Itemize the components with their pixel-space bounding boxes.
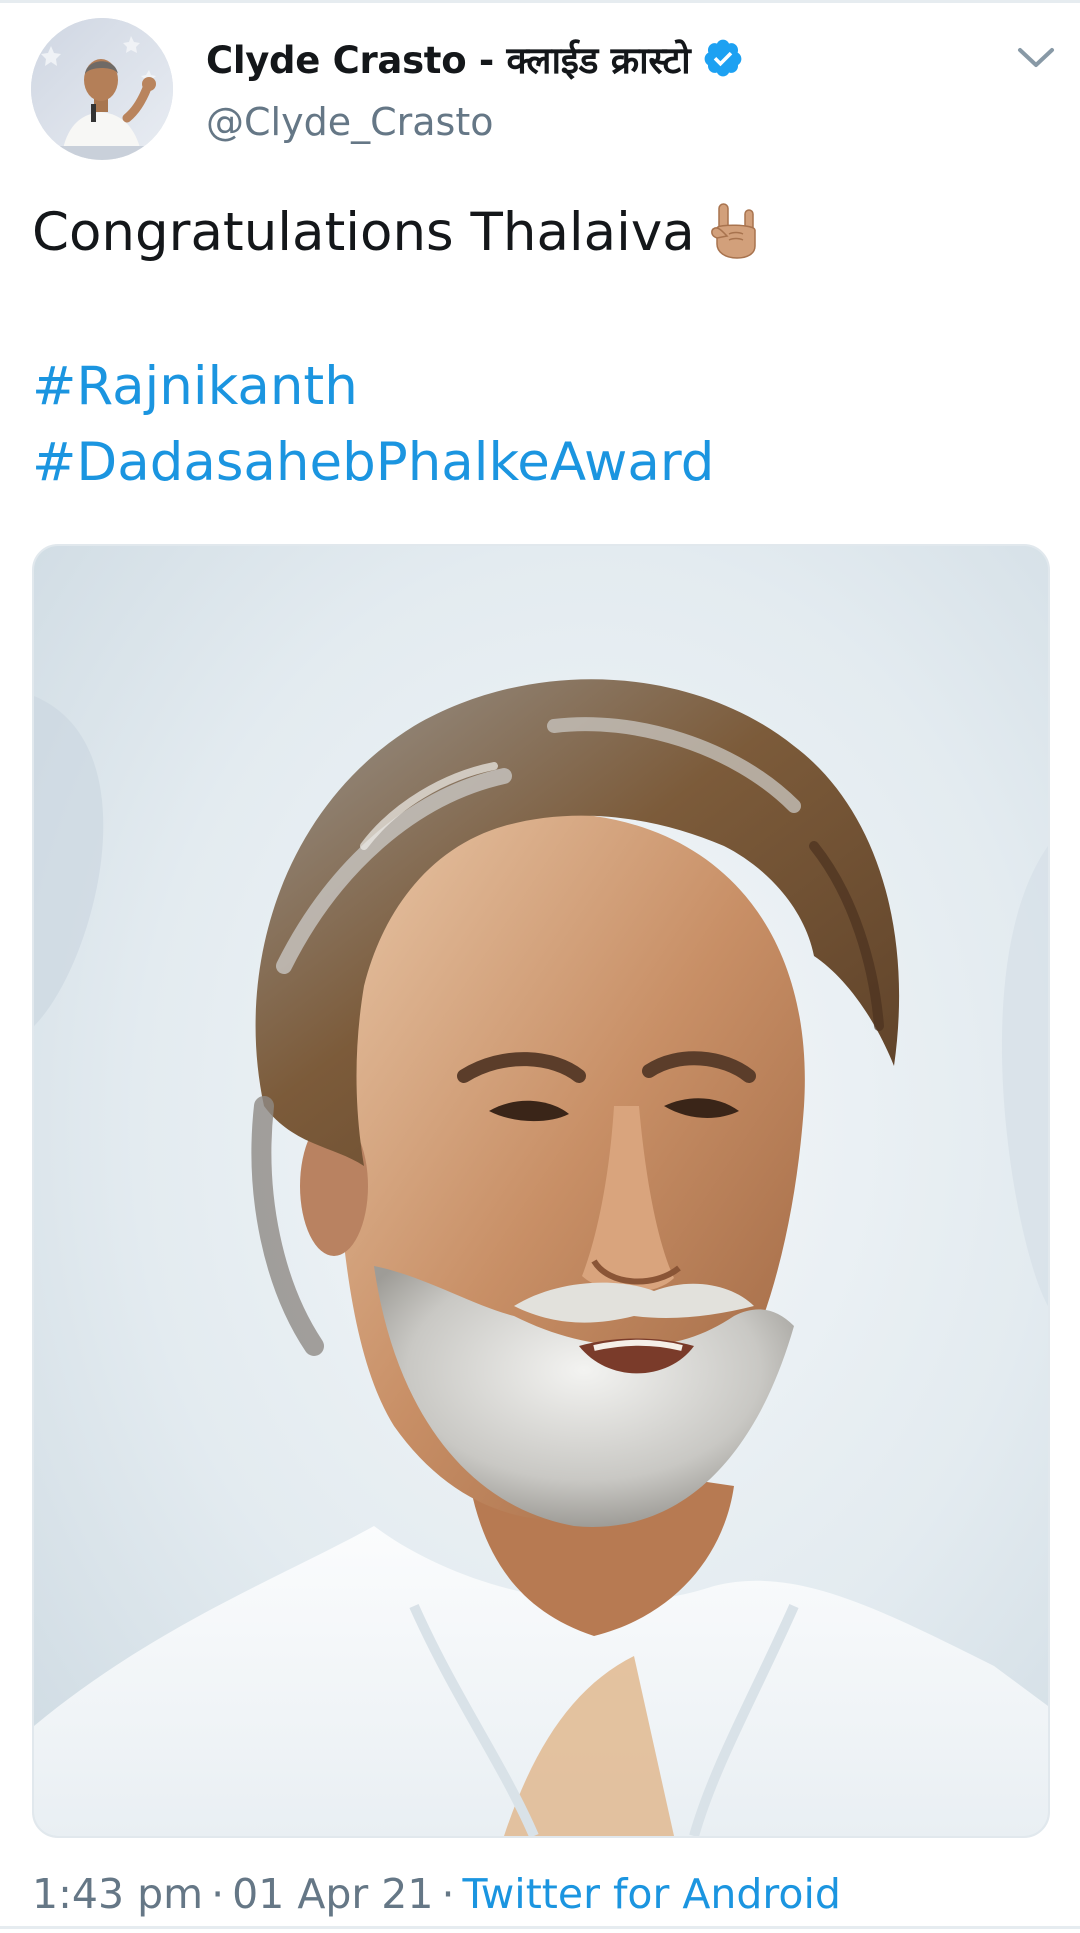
tweet-date: 01 Apr 21 xyxy=(232,1870,434,1918)
bottom-divider xyxy=(0,1926,1080,1929)
author-handle[interactable]: @Clyde_Crasto xyxy=(206,100,493,144)
tweet-card: Clyde Crasto - क्लाईड क्रास्टो @Clyde_Cr… xyxy=(0,0,1080,1933)
portrait-painting-image xyxy=(34,546,1048,1836)
tweet-text-content: Congratulations Thalaiva xyxy=(32,202,695,263)
author-avatar[interactable] xyxy=(31,18,173,160)
tweet-metadata: 1:43 pm · 01 Apr 21 · Twitter for Android xyxy=(32,1870,841,1918)
tweet-text: Congratulations Thalaiva xyxy=(32,200,763,266)
hashtag-link-dadasaheb-phalke-award[interactable]: #DadasahebPhalkeAward xyxy=(32,432,714,493)
chevron-down-icon xyxy=(1018,48,1054,67)
author-display-name[interactable]: Clyde Crasto - क्लाईड क्रास्टो xyxy=(206,33,691,84)
rock-on-hand-emoji-icon xyxy=(707,200,763,260)
hashtag-link-rajnikanth[interactable]: #Rajnikanth xyxy=(32,356,358,417)
meta-separator: · xyxy=(441,1870,455,1918)
author-name-row[interactable]: Clyde Crasto - क्लाईड क्रास्टो xyxy=(206,30,744,86)
avatar-image xyxy=(31,18,173,160)
tweet-menu-button[interactable] xyxy=(1014,40,1058,76)
tweet-media-image[interactable] xyxy=(32,544,1050,1838)
tweet-time: 1:43 pm xyxy=(32,1870,204,1918)
meta-separator: · xyxy=(211,1870,225,1918)
verified-badge-icon xyxy=(702,37,744,79)
tweet-source-link[interactable]: Twitter for Android xyxy=(463,1870,841,1918)
